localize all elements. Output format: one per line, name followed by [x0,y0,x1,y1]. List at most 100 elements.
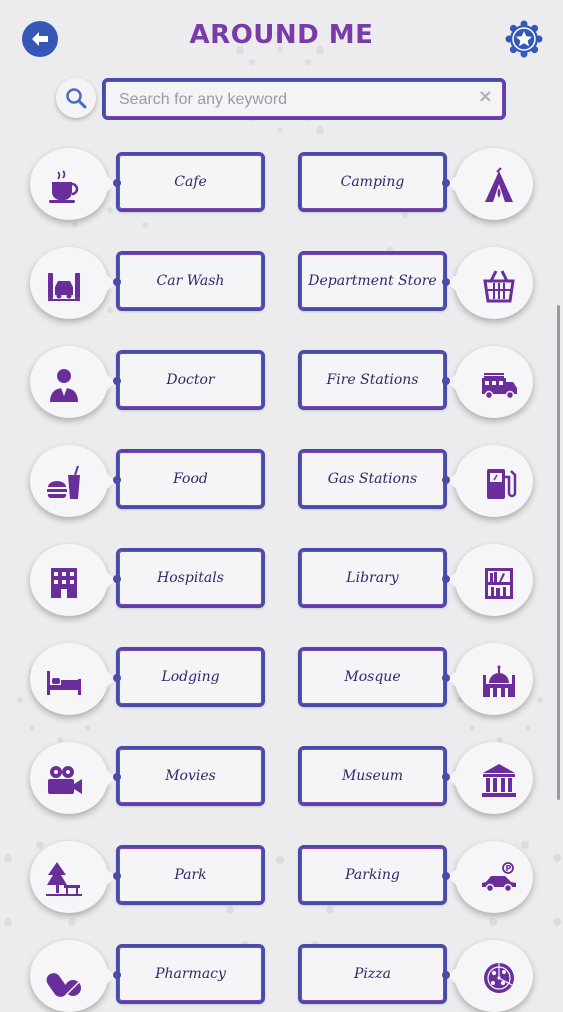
page-title: AROUND ME [189,20,374,50]
search-input[interactable] [117,87,471,113]
category-cafe[interactable]: Cafe [30,148,265,220]
connector-dot [113,278,121,286]
category-gas-stations[interactable]: Gas Stations [298,445,533,517]
category-label: Pharmacy [155,966,226,982]
category-label: Mosque [344,669,401,685]
category-park[interactable]: Park [30,841,265,913]
settings-button[interactable] [505,20,543,58]
connector-dot [113,872,121,880]
fast-food-icon [44,463,84,503]
pills-icon [44,958,84,998]
category-label: Hospitals [157,570,224,586]
connector-dot [113,971,121,979]
category-label-box: Lodging [116,647,265,707]
app-header: AROUND ME [0,0,563,76]
category-label-box: Food [116,449,265,509]
category-parking[interactable]: P Parking [298,841,533,913]
category-doctor[interactable]: Doctor [30,346,265,418]
search-button[interactable] [56,78,96,118]
category-label-box: Hospitals [116,548,265,608]
connector-dot [113,476,121,484]
pizza-icon [479,958,519,998]
category-camping[interactable]: Camping [298,148,533,220]
category-food[interactable]: Food [30,445,265,517]
category-label-box: Doctor [116,350,265,410]
clear-search-icon[interactable]: × [478,86,493,107]
category-department-store[interactable]: Department Store [298,247,533,319]
car-wash-icon [44,265,84,305]
category-car-wash[interactable]: Car Wash [30,247,265,319]
category-pharmacy[interactable]: Pharmacy [30,940,265,1012]
category-label: Museum [341,768,404,784]
parking-car-icon: P [479,859,519,899]
category-label-box: Movies [116,746,265,806]
category-label-box: Camping [298,152,447,212]
connector-dot [113,575,121,583]
connector-dot [442,179,450,187]
connector-dot [113,179,121,187]
category-label-box: Fire Stations [298,350,447,410]
category-label: Camping [340,174,405,190]
category-label: Gas Stations [327,471,418,487]
category-lodging[interactable]: Lodging [30,643,265,715]
category-label-box: Department Store [298,251,447,311]
category-label-box: Pharmacy [116,944,265,1004]
category-label: Cafe [174,174,207,190]
category-label: Fire Stations [326,372,419,388]
tree-bench-icon [44,859,84,899]
category-label-box: Car Wash [116,251,265,311]
scrollbar[interactable] [557,305,560,800]
connector-dot [442,872,450,880]
category-label-box: Museum [298,746,447,806]
film-camera-icon [44,760,84,800]
fire-truck-icon [479,364,519,404]
category-label: Pizza [354,966,391,982]
category-label-box: Cafe [116,152,265,212]
category-movies[interactable]: Movies [30,742,265,814]
category-label: Parking [345,867,400,883]
category-label: Movies [165,768,216,784]
mosque-icon [479,661,519,701]
connector-dot [113,674,121,682]
category-label: Park [174,867,207,883]
category-pizza[interactable]: Pizza [298,940,533,1012]
shopping-basket-icon [479,265,519,305]
category-label-box: Gas Stations [298,449,447,509]
category-fire-stations[interactable]: Fire Stations [298,346,533,418]
category-hospitals[interactable]: Hospitals [30,544,265,616]
category-mosque[interactable]: Mosque [298,643,533,715]
doctor-icon [44,364,84,404]
connector-dot [442,278,450,286]
svg-text:P: P [506,864,512,873]
category-label-box: Pizza [298,944,447,1004]
category-label-box: Park [116,845,265,905]
fuel-pump-icon [479,463,519,503]
star-badge-icon [505,20,543,58]
connector-dot [442,773,450,781]
tent-icon [479,166,519,206]
connector-dot [113,773,121,781]
connector-dot [442,575,450,583]
category-label: Car Wash [156,273,225,289]
category-label: Department Store [308,273,437,289]
category-library[interactable]: Library [298,544,533,616]
search-bar: × [56,78,506,120]
category-label-box: Library [298,548,447,608]
museum-icon [479,760,519,800]
connector-dot [113,377,121,385]
category-label: Library [346,570,399,586]
connector-dot [442,674,450,682]
hospital-building-icon [44,562,84,602]
coffee-cup-icon [44,166,84,206]
connector-dot [442,971,450,979]
category-label-box: Parking [298,845,447,905]
category-label: Doctor [166,372,215,388]
bookshelf-icon [479,562,519,602]
search-icon [66,88,87,109]
category-label: Food [173,471,208,487]
search-field: × [102,78,506,120]
connector-dot [442,476,450,484]
category-museum[interactable]: Museum [298,742,533,814]
category-label-box: Mosque [298,647,447,707]
bed-icon [44,661,84,701]
